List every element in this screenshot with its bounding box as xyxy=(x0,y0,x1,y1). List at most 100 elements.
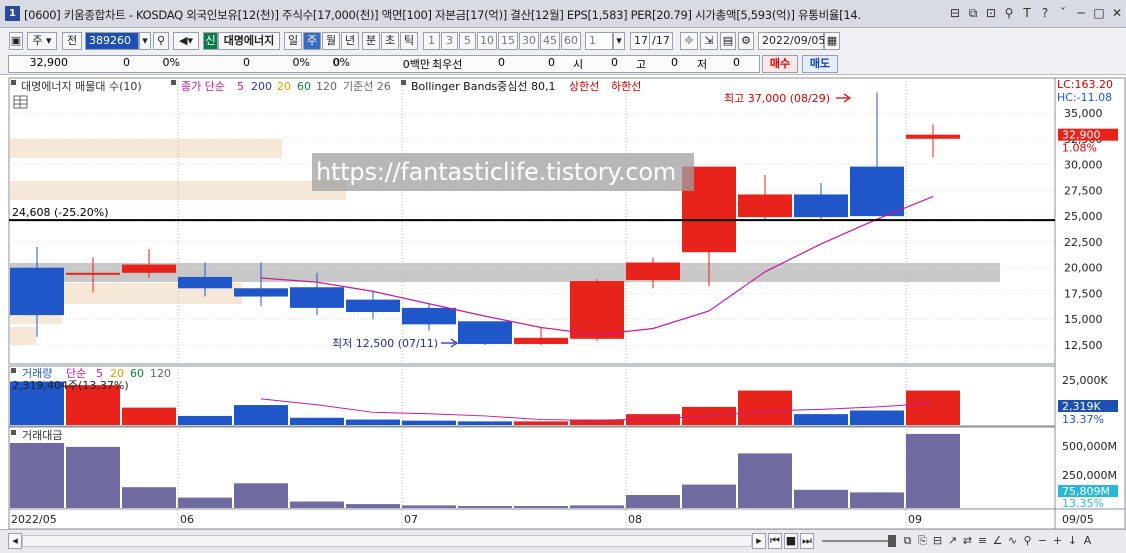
prev-button[interactable]: 전 xyxy=(62,32,82,50)
date-input[interactable]: 2022/09/05 xyxy=(758,32,825,50)
fib-tool-icon[interactable]: ≡ xyxy=(975,534,990,548)
zoom-slider-thumb[interactable] xyxy=(888,535,896,547)
price-tick-label: 20,000 xyxy=(1064,262,1103,275)
candle-body xyxy=(290,287,344,308)
plus-tool-icon[interactable]: + xyxy=(1050,534,1065,548)
legend-ma-20: 20 xyxy=(277,80,291,93)
open-value: 0 xyxy=(611,56,618,69)
period-second[interactable]: 초 xyxy=(381,32,399,50)
interval-1[interactable]: 1 xyxy=(423,32,440,50)
period-year[interactable]: 년 xyxy=(341,32,359,50)
period-tick[interactable]: 틱 xyxy=(400,32,418,50)
copy-tool-icon[interactable]: ⎘ xyxy=(915,534,930,548)
lock-tool-icon[interactable]: ⊟ xyxy=(930,534,945,548)
gear-icon[interactable]: ⚙ xyxy=(738,32,754,50)
grid-toggle-icon[interactable]: ▣ xyxy=(9,32,23,50)
legend-marker xyxy=(11,80,16,85)
period-week[interactable]: 주 xyxy=(303,32,321,50)
buy-button[interactable]: 매수 xyxy=(762,55,798,73)
amount-bar xyxy=(346,504,400,508)
high-annotation: 최고 37,000 (08/29) xyxy=(724,92,830,105)
interval-45[interactable]: 45 xyxy=(540,32,560,50)
calendar-icon[interactable]: ▦ xyxy=(824,32,840,50)
angle-tool-icon[interactable]: ∠ xyxy=(990,534,1005,548)
volume-legend-60: 60 xyxy=(130,367,144,380)
amount-tick-250: 250,000M xyxy=(1062,469,1117,482)
channel-tool-icon[interactable]: ⇄ xyxy=(960,534,975,548)
interval-15[interactable]: 15 xyxy=(498,32,518,50)
amount-tick-500: 500,000M xyxy=(1062,440,1117,453)
zoom-slider-track[interactable] xyxy=(822,540,890,542)
scroll-left-icon[interactable]: ◂ xyxy=(8,533,22,549)
frame-icon[interactable]: ⊡ xyxy=(983,4,999,22)
candle-body xyxy=(906,134,960,139)
code-dropdown-icon[interactable]: ▾ xyxy=(139,32,151,50)
trend-tool-icon[interactable]: ↗ xyxy=(945,534,960,548)
minus-tool-icon[interactable]: − xyxy=(1035,534,1050,548)
amount-bar xyxy=(738,453,792,508)
volume-first-value: 2,319,404주(13.37%) xyxy=(12,379,129,392)
unit-input[interactable]: 1 xyxy=(585,32,613,50)
legend-ma-60: 60 xyxy=(297,80,311,93)
crosshair-icon[interactable]: ⇲ xyxy=(700,32,718,50)
interval-5[interactable]: 5 xyxy=(459,32,476,50)
text-icon[interactable]: T xyxy=(1019,4,1035,22)
quote-change-2: 0 xyxy=(243,56,250,69)
interval-10[interactable]: 10 xyxy=(477,32,497,50)
current-price-label: 32,900 xyxy=(1062,129,1101,142)
candle-body xyxy=(570,281,624,339)
tile-icon[interactable]: ⊟ xyxy=(947,4,963,22)
volume-bar xyxy=(346,419,400,425)
minimize-icon[interactable]: ─ xyxy=(1073,4,1089,22)
legend-ma-5: 5 xyxy=(237,80,244,93)
volume-bar xyxy=(906,390,960,425)
save-icon[interactable]: ▤ xyxy=(720,32,736,50)
stop-icon[interactable]: ■ xyxy=(784,533,798,549)
unit-spinner-icon[interactable]: ▾ xyxy=(613,32,625,50)
scroll-right-icon[interactable]: ▸ xyxy=(752,533,766,549)
close-icon[interactable]: ✕ xyxy=(1109,4,1125,22)
period-day[interactable]: 일 xyxy=(284,32,302,50)
legend-ma-200: 200 xyxy=(251,80,272,93)
help-icon[interactable]: ? xyxy=(1037,4,1053,22)
sell-button[interactable]: 매도 xyxy=(802,55,838,73)
maximize-icon[interactable]: □ xyxy=(1091,4,1107,22)
candle-body xyxy=(794,194,848,218)
text-tool-icon[interactable]: A xyxy=(1080,534,1095,548)
last-page-icon[interactable]: ⏭ xyxy=(800,533,814,549)
restore-icon[interactable]: ⧉ xyxy=(965,4,981,22)
interval-30[interactable]: 30 xyxy=(519,32,539,50)
best-2: 0 xyxy=(548,56,555,69)
dropdown-icon[interactable]: ˇ xyxy=(1055,4,1071,22)
period-month[interactable]: 월 xyxy=(322,32,340,50)
amount-bar xyxy=(906,433,960,508)
stock-code-input[interactable]: 389260 xyxy=(85,32,139,50)
price-tick-label: 27,500 xyxy=(1064,184,1103,197)
amount-legend-title: 거래대금 xyxy=(22,429,62,442)
horizontal-scrollbar[interactable] xyxy=(22,535,752,547)
amount-current-pct: 13.35% xyxy=(1062,497,1104,510)
interval-60[interactable]: 60 xyxy=(561,32,581,50)
wave-tool-icon[interactable]: ∿ xyxy=(1005,534,1020,548)
quote-pct-2: 0% xyxy=(292,56,310,69)
amount-bar xyxy=(514,506,568,508)
type-select[interactable]: 주 ▾ xyxy=(27,32,57,50)
amount-bar xyxy=(682,484,736,508)
volume-bar xyxy=(738,390,792,425)
rect-tool-icon[interactable]: ⧉ xyxy=(900,534,915,548)
best-label: 최우선 xyxy=(432,58,463,71)
arrow-tool-icon[interactable]: ↓ xyxy=(1065,534,1080,548)
period-minute[interactable]: 분 xyxy=(362,32,380,50)
interval-3[interactable]: 3 xyxy=(441,32,458,50)
quote-amount: 0백만 xyxy=(402,58,430,71)
count-input[interactable]: 17 xyxy=(630,32,650,50)
zoom-tool-icon[interactable]: ⚲ xyxy=(1020,534,1035,548)
speaker-icon[interactable]: ◀▾ xyxy=(173,32,199,50)
first-page-icon[interactable]: ⏮ xyxy=(768,533,782,549)
stock-chart[interactable]: 35,00032,50030,00027,50025,00022,50020,0… xyxy=(0,76,1126,531)
magnifier-icon[interactable]: ⚲ xyxy=(153,32,169,50)
pin-icon[interactable]: ⚲ xyxy=(1001,4,1017,22)
chart-tool-icon[interactable]: ✥ xyxy=(680,32,698,50)
price-tick-label: 15,000 xyxy=(1064,313,1103,326)
low-label: 저 xyxy=(697,58,708,71)
